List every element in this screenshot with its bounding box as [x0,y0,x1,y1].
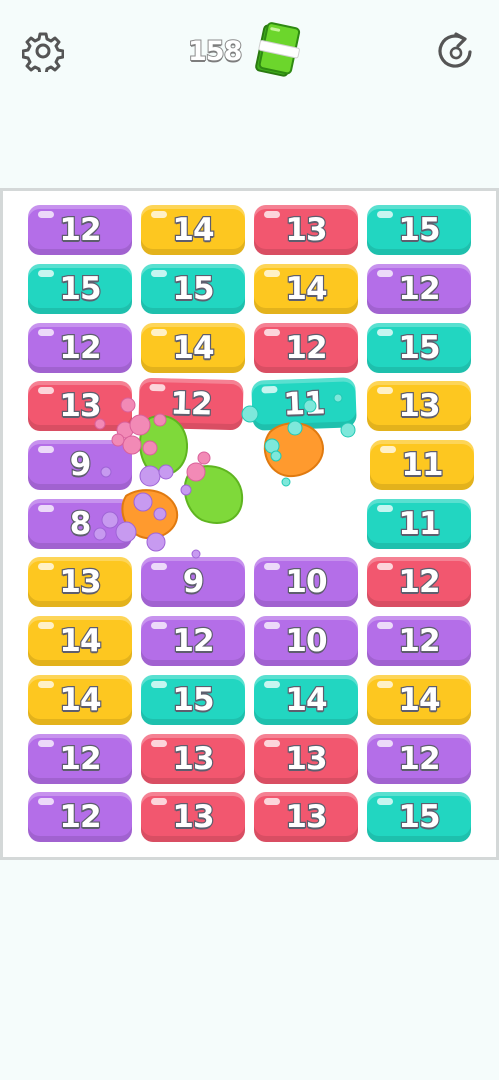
tile[interactable]: 12 [367,557,471,607]
tile[interactable]: 12 [254,323,358,373]
tile-number: 12 [58,211,103,249]
tile[interactable]: 15 [141,264,245,314]
tile[interactable]: 14 [141,323,245,373]
tile[interactable]: 12 [28,323,132,373]
tile-number: 14 [284,270,329,308]
tile[interactable]: 13 [28,381,132,431]
tile[interactable]: 9 [28,440,132,490]
tile-number: 11 [397,505,442,543]
tile[interactable]: 12 [367,734,471,784]
tile-number: 12 [171,622,216,660]
cash-stack-icon [255,22,301,77]
tile-number: 12 [169,384,213,423]
tile-number: 13 [284,211,329,249]
tile[interactable]: 14 [28,675,132,725]
tile-number: 15 [171,681,216,719]
tile[interactable]: 13 [254,792,358,842]
tile[interactable]: 11 [367,499,471,549]
top-bar: 158 [0,0,499,110]
score-display: 158 [187,22,318,82]
tile-number: 13 [58,387,103,425]
score-value: 158 [187,35,243,68]
tile[interactable]: 14 [141,205,245,255]
tile-number: 13 [171,798,216,836]
tile-number: 14 [171,329,216,367]
tile[interactable]: 13 [254,205,358,255]
tile-number: 12 [397,270,442,308]
tile[interactable]: 13 [367,381,471,431]
tile[interactable]: 8 [28,499,132,549]
tile[interactable]: 12 [28,205,132,255]
tile-number: 14 [58,622,103,660]
tile-number: 14 [58,681,103,719]
tile[interactable]: 10 [254,557,358,607]
tile[interactable]: 13 [141,792,245,842]
tile-number: 12 [397,563,442,601]
tile[interactable]: 13 [28,557,132,607]
game-board: 12 14 13 15 15 15 14 12 12 14 12 15 13 1… [0,188,499,860]
tile-number: 14 [171,211,216,249]
tile[interactable]: 14 [254,264,358,314]
tile-number: 13 [397,387,442,425]
tile[interactable]: 13 [254,734,358,784]
tile-number: 15 [397,329,442,367]
tile[interactable]: 15 [141,675,245,725]
tile-number: 13 [58,563,103,601]
tile[interactable]: 11 [251,377,357,431]
tile[interactable]: 14 [367,675,471,725]
tile[interactable]: 14 [28,616,132,666]
tile-number: 12 [397,740,442,778]
tile-number: 12 [397,622,442,660]
tile[interactable]: 10 [254,616,358,666]
tile-number: 9 [69,446,93,484]
gear-icon [21,32,65,76]
restart-button[interactable] [434,30,476,72]
tile-number: 15 [397,798,442,836]
tile-number: 10 [284,622,329,660]
tile[interactable]: 9 [141,557,245,607]
tile[interactable]: 12 [367,264,471,314]
tile-number: 11 [400,446,445,484]
tile[interactable]: 14 [254,675,358,725]
tile[interactable]: 12 [28,734,132,784]
tile-number: 11 [282,384,327,424]
tile[interactable]: 12 [138,377,244,431]
tile[interactable]: 11 [370,440,474,490]
tile-number: 14 [284,681,329,719]
tile[interactable]: 12 [28,792,132,842]
tile-number: 12 [284,329,329,367]
tile-number: 10 [284,563,329,601]
tile-number: 12 [58,798,103,836]
tile-number: 13 [284,798,329,836]
tile-number: 15 [171,270,216,308]
tile[interactable]: 15 [367,792,471,842]
tile-number: 15 [397,211,442,249]
tile[interactable]: 13 [141,734,245,784]
tile[interactable]: 15 [367,323,471,373]
tile[interactable]: 15 [28,264,132,314]
tile-number: 14 [397,681,442,719]
tile[interactable]: 15 [367,205,471,255]
tile-number: 8 [69,505,93,543]
tile-number: 12 [58,740,103,778]
tile-number: 13 [284,740,329,778]
settings-button[interactable] [21,30,65,76]
restart-arrow-icon [438,32,472,68]
tile-number: 15 [58,270,103,308]
tile-number: 9 [182,563,206,601]
tile[interactable]: 12 [141,616,245,666]
tile[interactable]: 12 [367,616,471,666]
tile-number: 12 [58,329,103,367]
tile-number: 13 [171,740,216,778]
